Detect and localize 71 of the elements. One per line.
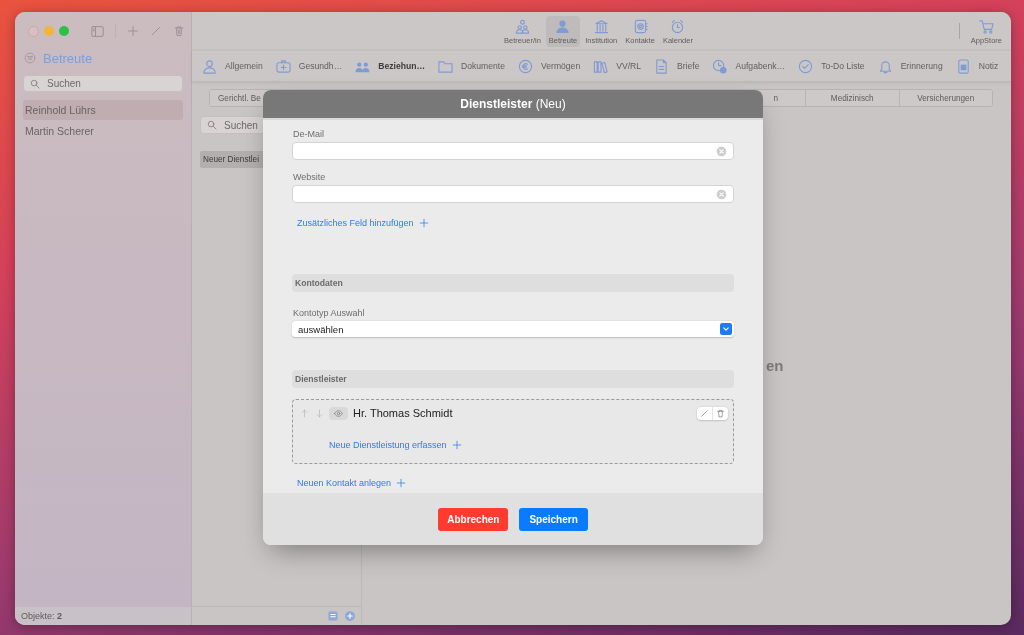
cart-icon	[978, 18, 994, 34]
folder-icon	[438, 58, 454, 74]
checkmark-circle-icon	[798, 58, 814, 74]
pencil-icon[interactable]	[150, 25, 162, 37]
section-header: Dienstleister	[292, 370, 734, 388]
sidebar-item[interactable]: Martin Scherer	[23, 121, 183, 141]
search-icon	[30, 78, 40, 89]
dialog-title: Dienstleister (Neu)	[263, 90, 763, 118]
clear-icon[interactable]	[716, 145, 727, 157]
field-label: De-Mail	[292, 128, 325, 140]
tab[interactable]: To-Do Liste	[798, 58, 865, 74]
plus-icon	[451, 440, 462, 450]
tab[interactable]: Beziehun…	[355, 58, 426, 74]
search-field[interactable]: Suchen	[23, 75, 183, 92]
note-icon	[955, 58, 971, 74]
pencil-icon	[700, 408, 709, 418]
contact-name: Hr. Thomas Schmidt	[353, 407, 453, 419]
search-icon	[207, 120, 217, 130]
status-text: Objekte: 2	[21, 611, 63, 621]
sidebar-toggle-icon[interactable]	[90, 24, 105, 38]
input-field[interactable]	[292, 142, 734, 160]
segment[interactable]: Versicherungen	[898, 90, 992, 106]
person-icon	[202, 58, 217, 74]
arrow-down-icon[interactable]	[315, 408, 324, 418]
segment[interactable]: Medizinisch	[805, 90, 899, 106]
input-field[interactable]	[292, 185, 734, 203]
add-icon[interactable]	[127, 25, 139, 37]
trash-icon	[716, 408, 725, 418]
person-icon	[555, 18, 571, 34]
chevron-down-icon	[720, 323, 732, 335]
books-icon	[593, 58, 609, 74]
plus-icon	[396, 478, 407, 488]
dropdown[interactable]: auswählen	[292, 321, 734, 337]
tab[interactable]: Aufgabenk…	[712, 58, 786, 74]
add-link[interactable]: Neue Dienstleistung erfassen	[329, 440, 447, 450]
empty-state-text: en	[766, 357, 784, 374]
field-label: Website	[292, 171, 327, 183]
clear-icon[interactable]	[716, 188, 727, 200]
eye-icon	[333, 408, 344, 418]
tab[interactable]: Vermögen	[518, 58, 581, 74]
contact-book-icon	[632, 18, 648, 34]
bank-icon	[593, 18, 609, 34]
plus-icon	[418, 218, 429, 228]
alarm-clock-icon	[670, 18, 686, 34]
tab[interactable]: Briefe	[654, 58, 700, 74]
save-button[interactable]: Speichern	[519, 507, 588, 531]
view-button[interactable]	[329, 406, 348, 420]
tab[interactable]: Dokumente	[438, 58, 505, 74]
trash-icon[interactable]	[173, 25, 185, 37]
clock-icon	[712, 58, 728, 74]
euro-icon	[518, 58, 533, 74]
filter-icon[interactable]	[24, 52, 36, 64]
medical-case-icon	[275, 58, 291, 74]
section-header: Kontodaten	[292, 274, 734, 292]
tab[interactable]: Allgemein	[202, 58, 263, 74]
add-icon[interactable]	[344, 610, 356, 622]
arrow-up-icon[interactable]	[300, 408, 309, 418]
tab[interactable]: Gesundh…	[275, 58, 343, 74]
add-link[interactable]: Zusätzliches Feld hinzufügen	[297, 218, 414, 228]
sidebar-title: Betreute	[43, 50, 93, 66]
sidebar-item[interactable]: Reinhold Lührs	[23, 100, 183, 120]
document-icon[interactable]	[327, 610, 339, 622]
field-label: Kontotyp Auswahl	[292, 307, 366, 319]
tab[interactable]: Notiz	[955, 58, 999, 74]
tab[interactable]: Erinnerung	[877, 58, 943, 74]
add-link[interactable]: Neuen Kontakt anlegen	[297, 478, 392, 488]
cancel-button[interactable]: Abbrechen	[438, 507, 509, 531]
tab[interactable]: VV/RL	[593, 58, 641, 74]
people-icon	[514, 18, 530, 34]
document-icon	[654, 58, 669, 74]
bell-icon	[877, 58, 893, 74]
